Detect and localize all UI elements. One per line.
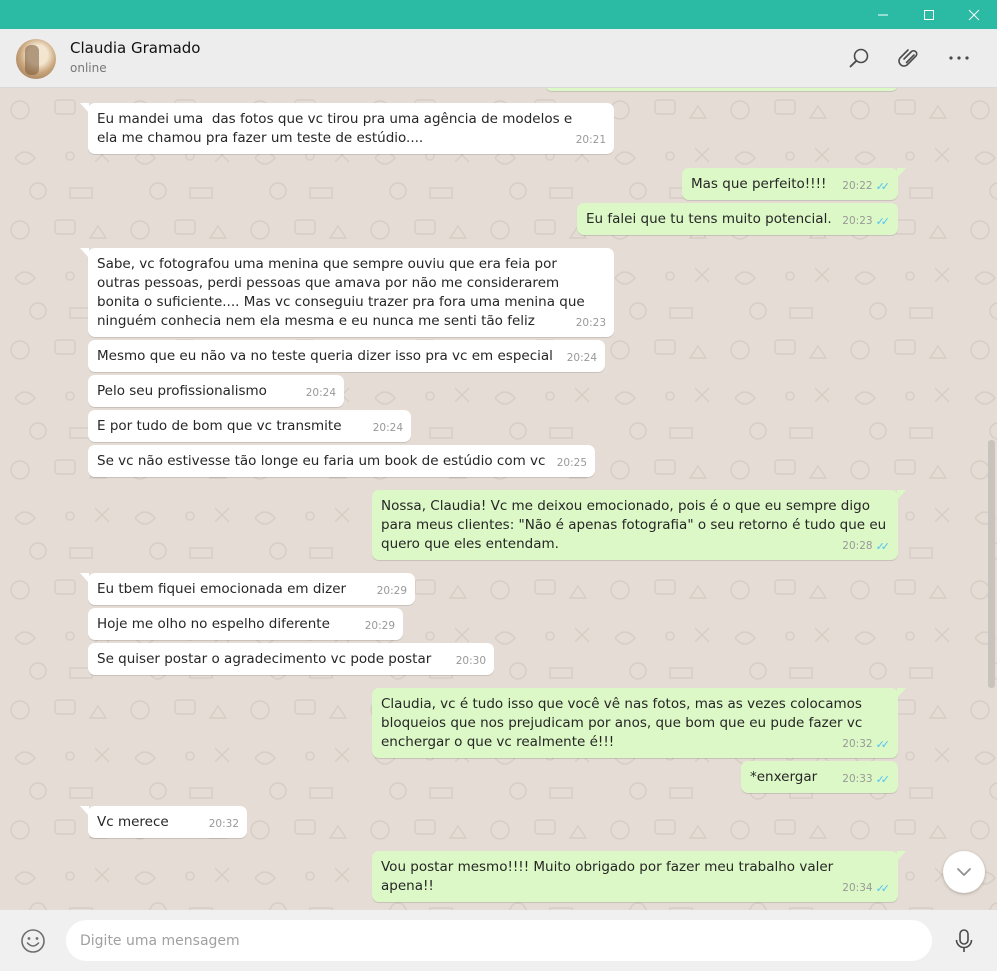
attach-button[interactable] bbox=[897, 46, 921, 70]
message-bubble[interactable]: Se vc não estivesse tão longe eu faria u… bbox=[88, 445, 595, 477]
message-input[interactable] bbox=[66, 920, 932, 961]
message-text: Se vc não estivesse tão longe eu faria u… bbox=[97, 453, 546, 469]
message-time: 20:29 bbox=[376, 585, 407, 597]
message-time: 20:33 ✓✓ bbox=[842, 770, 890, 789]
message-text: Pelo seu profissionalismo bbox=[97, 383, 267, 399]
message-time: 20:24 bbox=[566, 352, 597, 364]
minimize-icon bbox=[877, 14, 888, 15]
read-ticks-icon: ✓✓ bbox=[875, 773, 891, 786]
message-time: 20:32 bbox=[208, 818, 239, 830]
message-bubble-partial[interactable] bbox=[545, 88, 898, 91]
message-bubble[interactable]: Hoje me olho no espelho diferente 20:29 bbox=[88, 608, 403, 640]
message-text: E por tudo de bom que vc transmite bbox=[97, 418, 342, 434]
message-time: 20:22 ✓✓ bbox=[842, 177, 890, 196]
maximize-button[interactable] bbox=[906, 0, 951, 29]
message-bubble[interactable]: Vou postar mesmo!!!! Muito obrigado por … bbox=[372, 851, 906, 902]
message-time: 20:28 ✓✓ bbox=[842, 537, 890, 556]
message-time: 20:32 ✓✓ bbox=[842, 735, 890, 754]
avatar[interactable] bbox=[16, 39, 56, 79]
microphone-icon bbox=[955, 929, 973, 952]
more-icon bbox=[949, 56, 969, 60]
search-button[interactable] bbox=[847, 46, 871, 70]
message-time: 20:24 bbox=[305, 387, 336, 399]
read-ticks-icon: ✓✓ bbox=[875, 215, 891, 228]
window-titlebar bbox=[0, 0, 997, 29]
message-text: Claudia, vc é tudo isso que você vê nas … bbox=[381, 696, 867, 750]
close-icon bbox=[968, 9, 979, 20]
message-time: 20:23 ✓✓ bbox=[842, 212, 890, 231]
paperclip-icon bbox=[898, 49, 918, 67]
more-button[interactable] bbox=[947, 46, 971, 70]
emoji-icon bbox=[21, 929, 45, 953]
message-bubble[interactable]: Mesmo que eu não va no teste queria dize… bbox=[88, 340, 605, 372]
message-bubble[interactable]: *enxergar 20:33 ✓✓ bbox=[741, 761, 898, 793]
message-bubble[interactable]: Vc merece 20:32 bbox=[80, 806, 247, 838]
message-time: 20:21 bbox=[575, 134, 606, 146]
message-text: Hoje me olho no espelho diferente bbox=[97, 616, 330, 632]
message-text: Se quiser postar o agradecimento vc pode… bbox=[97, 651, 432, 667]
contact-status: online bbox=[70, 61, 107, 75]
message-text: Eu mandei uma das fotos que vc tirou pra… bbox=[97, 111, 577, 146]
message-text: Nossa, Claudia! Vc me deixou emocionado,… bbox=[381, 498, 891, 552]
message-bubble[interactable]: Sabe, vc fotografou uma menina que sempr… bbox=[80, 248, 614, 337]
read-ticks-icon: ✓✓ bbox=[875, 540, 891, 553]
contact-name[interactable]: Claudia Gramado bbox=[70, 39, 200, 57]
message-text: Sabe, vc fotografou uma menina que sempr… bbox=[97, 256, 590, 329]
message-list[interactable]: Eu mandei uma das fotos que vc tirou pra… bbox=[0, 88, 997, 910]
minimize-button[interactable] bbox=[860, 0, 905, 29]
search-icon bbox=[849, 48, 869, 68]
read-ticks-icon: ✓✓ bbox=[875, 738, 891, 751]
chat-header: Claudia Gramado online bbox=[0, 29, 997, 88]
maximize-icon bbox=[923, 9, 934, 20]
message-bubble[interactable]: Nossa, Claudia! Vc me deixou emocionado,… bbox=[372, 490, 906, 560]
chat-scrollbar[interactable] bbox=[988, 440, 995, 688]
message-time: 20:34 ✓✓ bbox=[842, 879, 890, 898]
message-bubble[interactable]: Claudia, vc é tudo isso que você vê nas … bbox=[372, 688, 906, 758]
message-bubble[interactable]: Eu tbem fiquei emocionada em dizer 20:29 bbox=[80, 573, 415, 605]
message-bubble[interactable]: E por tudo de bom que vc transmite 20:24 bbox=[88, 410, 411, 442]
message-bubble[interactable]: Eu mandei uma das fotos que vc tirou pra… bbox=[80, 103, 614, 154]
message-time: 20:30 bbox=[455, 655, 486, 667]
message-bubble[interactable]: Pelo seu profissionalismo 20:24 bbox=[88, 375, 344, 407]
read-ticks-icon: ✓✓ bbox=[875, 180, 891, 193]
close-button[interactable] bbox=[951, 0, 996, 29]
message-time: 20:24 bbox=[372, 422, 403, 434]
composer bbox=[0, 910, 997, 971]
scroll-down-button[interactable] bbox=[943, 851, 985, 893]
message-time: 20:25 bbox=[556, 457, 587, 469]
message-text: Eu tbem fiquei emocionada em dizer bbox=[97, 581, 347, 597]
read-ticks-icon: ✓✓ bbox=[875, 882, 891, 895]
message-text: Vou postar mesmo!!!! Muito obrigado por … bbox=[381, 859, 838, 894]
message-bubble[interactable]: Eu falei que tu tens muito potencial. 20… bbox=[577, 203, 898, 235]
message-bubble[interactable]: Se quiser postar o agradecimento vc pode… bbox=[88, 643, 494, 675]
emoji-button[interactable] bbox=[20, 928, 46, 954]
microphone-button[interactable] bbox=[953, 928, 975, 954]
message-bubble[interactable]: Mas que perfeito!!!! 20:22 ✓✓ bbox=[682, 168, 906, 200]
message-text: Mesmo que eu não va no teste queria dize… bbox=[97, 348, 553, 364]
message-time: 20:29 bbox=[364, 620, 395, 632]
chevron-down-icon bbox=[957, 868, 971, 876]
message-time: 20:23 bbox=[575, 317, 606, 329]
